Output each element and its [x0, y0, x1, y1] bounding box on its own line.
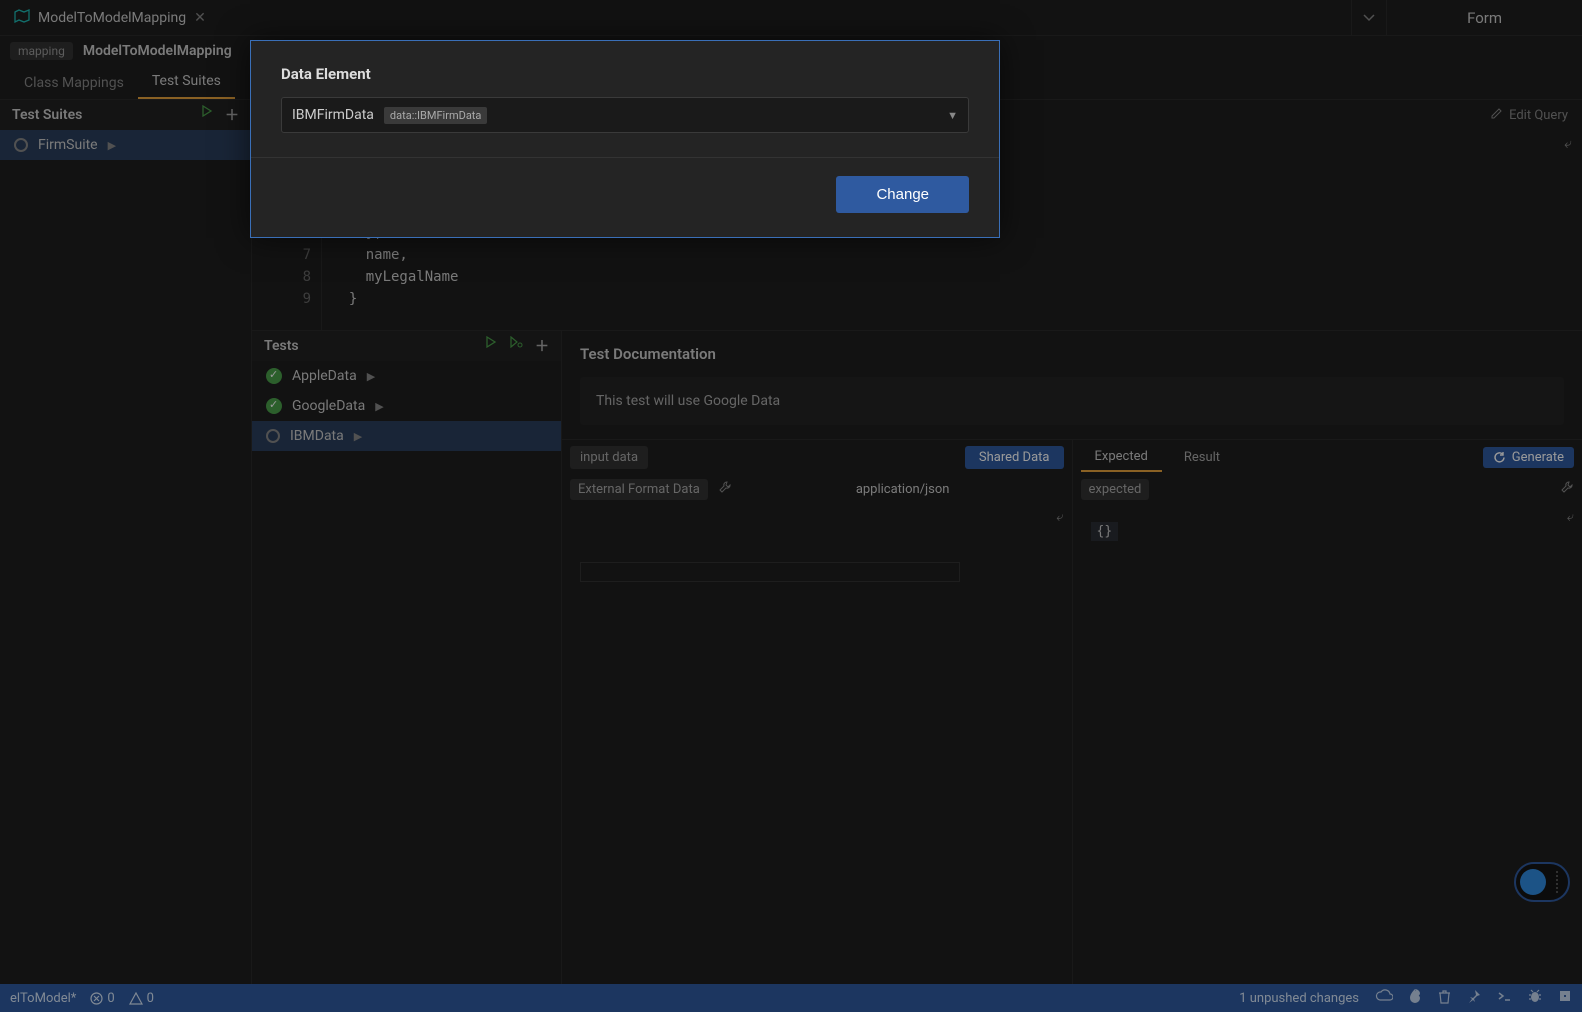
select-value: IBMFirmData: [292, 107, 374, 123]
data-element-select[interactable]: IBMFirmData data::IBMFirmData ▼: [281, 97, 969, 133]
select-path-chip: data::IBMFirmData: [384, 107, 487, 124]
chevron-down-icon: ▼: [947, 109, 958, 122]
data-element-modal: Data Element IBMFirmData data::IBMFirmDa…: [250, 40, 1000, 238]
modal-title: Data Element: [281, 65, 969, 83]
change-button[interactable]: Change: [836, 176, 969, 213]
